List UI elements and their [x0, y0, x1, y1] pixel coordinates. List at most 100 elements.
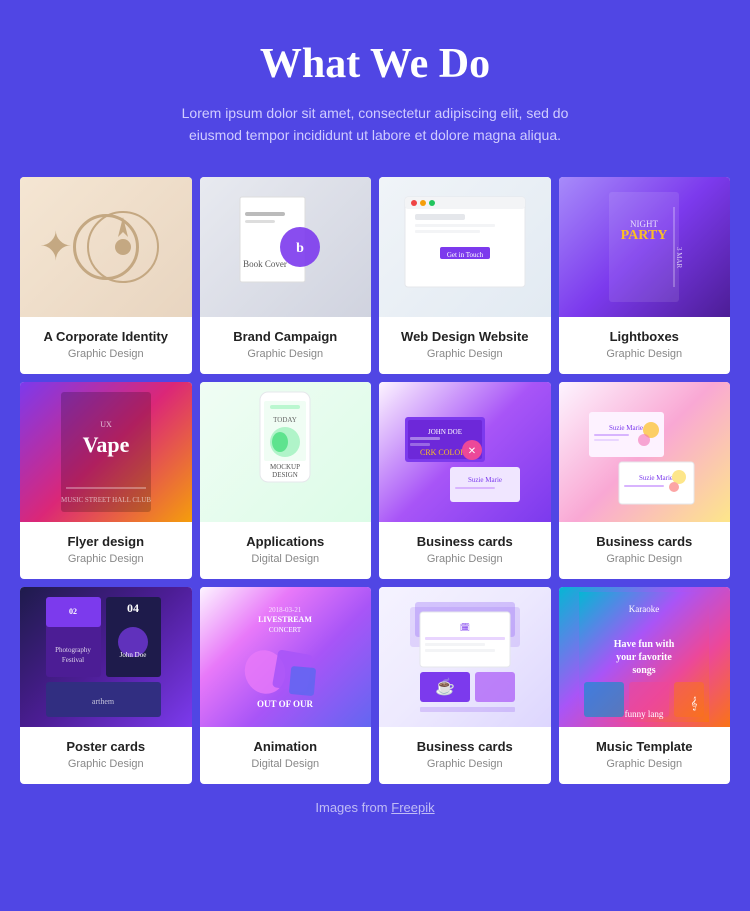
item-category-animation: Digital Design [210, 758, 362, 770]
item-title-lightboxes: Lightboxes [569, 329, 721, 344]
page-wrapper: What We Do Lorem ipsum dolor sit amet, c… [0, 0, 750, 845]
item-category-corporate: Graphic Design [30, 348, 182, 360]
item-image-animation: 2018-03-21 LIVESTREAM CONCERT OUT OF OUR [200, 587, 372, 727]
grid-item-flyer[interactable]: UX Vape MUSIC STREET HALL CLUB Flyer des… [20, 382, 192, 579]
item-info-animation: Animation Digital Design [200, 727, 372, 784]
item-title-bizcard1: Business cards [389, 534, 541, 549]
svg-text:your favorite: your favorite [616, 652, 672, 663]
item-title-corporate: A Corporate Identity [30, 329, 182, 344]
item-image-lightboxes: NIGHT PARTY 3 MAR [559, 177, 731, 317]
svg-text:2018-03-21: 2018-03-21 [269, 606, 302, 614]
item-category-lightboxes: Graphic Design [569, 348, 721, 360]
grid-item-brand[interactable]: b Book Cover Brand Campaign Graphic Desi… [200, 177, 372, 374]
svg-text:Suzie Marie: Suzie Marie [609, 424, 643, 432]
item-title-animation: Animation [210, 739, 362, 754]
item-category-bizcard1: Graphic Design [389, 553, 541, 565]
item-title-bizcard3: Business cards [389, 739, 541, 754]
grid-item-corporate[interactable]: A Corporate Identity Graphic Design [20, 177, 192, 374]
svg-text:John Doe: John Doe [119, 651, 146, 659]
svg-text:DESIGN: DESIGN [272, 471, 298, 479]
svg-text:JOHN DOE: JOHN DOE [428, 428, 462, 436]
item-image-brand: b Book Cover [200, 177, 372, 317]
item-category-music: Graphic Design [569, 758, 721, 770]
item-title-music: Music Template [569, 739, 721, 754]
item-info-corporate: A Corporate Identity Graphic Design [20, 317, 192, 374]
item-title-brand: Brand Campaign [210, 329, 362, 344]
grid-item-webdesign[interactable]: Get in Touch Web Design Website Graphic … [379, 177, 551, 374]
grid-item-apps[interactable]: TODAY MOCKUP DESIGN Applications Digital… [200, 382, 372, 579]
svg-text:02: 02 [69, 607, 77, 616]
grid-row-1: A Corporate Identity Graphic Design b Bo… [20, 177, 730, 374]
item-info-poster: Poster cards Graphic Design [20, 727, 192, 784]
svg-text:Vape: Vape [82, 432, 129, 457]
item-category-brand: Graphic Design [210, 348, 362, 360]
grid-item-music[interactable]: Karaoke Have fun with your favorite song… [559, 587, 731, 784]
item-category-webdesign: Graphic Design [389, 348, 541, 360]
item-info-apps: Applications Digital Design [200, 522, 372, 579]
item-title-flyer: Flyer design [30, 534, 182, 549]
svg-text:Suzie Marie: Suzie Marie [468, 476, 502, 484]
grid-item-poster[interactable]: 02 Photography Festival 04 John Doe arth… [20, 587, 192, 784]
svg-text:Festival: Festival [62, 656, 84, 664]
item-title-apps: Applications [210, 534, 362, 549]
item-category-flyer: Graphic Design [30, 553, 182, 565]
item-category-apps: Digital Design [210, 553, 362, 565]
svg-text:CONCERT: CONCERT [269, 626, 302, 634]
grid-row-2: UX Vape MUSIC STREET HALL CLUB Flyer des… [20, 382, 730, 579]
grid-item-animation[interactable]: 2018-03-21 LIVESTREAM CONCERT OUT OF OUR… [200, 587, 372, 784]
header-section: What We Do Lorem ipsum dolor sit amet, c… [20, 40, 730, 147]
item-image-bizcard1: JOHN DOE CRK COLORS ✕ Suzie Marie [379, 382, 551, 522]
item-category-bizcard2: Graphic Design [569, 553, 721, 565]
item-info-bizcard3: Business cards Graphic Design [379, 727, 551, 784]
item-title-poster: Poster cards [30, 739, 182, 754]
grid-item-lightboxes[interactable]: NIGHT PARTY 3 MAR Lightboxes Graphic Des… [559, 177, 731, 374]
svg-text:b: b [296, 241, 304, 256]
svg-text:arthem: arthem [92, 697, 115, 706]
svg-text:OUT OF OUR: OUT OF OUR [257, 699, 314, 709]
grid-item-bizcard1[interactable]: JOHN DOE CRK COLORS ✕ Suzie Marie Busine… [379, 382, 551, 579]
footer-note: Images from Freepik [20, 800, 730, 815]
svg-text:songs: songs [633, 665, 656, 676]
svg-text:Photography: Photography [55, 646, 91, 654]
item-info-lightboxes: Lightboxes Graphic Design [559, 317, 731, 374]
item-info-bizcard2: Business cards Graphic Design [559, 522, 731, 579]
page-title: What We Do [20, 40, 730, 88]
svg-text:funny lang: funny lang [625, 709, 664, 719]
item-info-brand: Brand Campaign Graphic Design [200, 317, 372, 374]
item-category-bizcard3: Graphic Design [389, 758, 541, 770]
svg-text:PARTY: PARTY [621, 228, 668, 243]
item-info-webdesign: Web Design Website Graphic Design [379, 317, 551, 374]
item-image-apps: TODAY MOCKUP DESIGN [200, 382, 372, 522]
item-title-bizcard2: Business cards [569, 534, 721, 549]
item-image-flyer: UX Vape MUSIC STREET HALL CLUB [20, 382, 192, 522]
item-image-bizcard2: Suzie Marie Suzie Marie [559, 382, 731, 522]
item-image-poster: 02 Photography Festival 04 John Doe arth… [20, 587, 192, 727]
item-info-music: Music Template Graphic Design [559, 727, 731, 784]
svg-text:Have fun with: Have fun with [614, 639, 675, 650]
item-image-webdesign: Get in Touch [379, 177, 551, 317]
grid-row-3: 02 Photography Festival 04 John Doe arth… [20, 587, 730, 784]
svg-text:TODAY: TODAY [273, 416, 297, 424]
grid-item-bizcard2[interactable]: Suzie Marie Suzie Marie Business cards G… [559, 382, 731, 579]
item-title-webdesign: Web Design Website [389, 329, 541, 344]
freepik-link[interactable]: Freepik [391, 800, 434, 815]
page-subtitle: Lorem ipsum dolor sit amet, consectetur … [175, 102, 575, 147]
svg-text:MOCKUP: MOCKUP [270, 463, 300, 471]
item-image-corporate [20, 177, 192, 317]
svg-text:LIVESTREAM: LIVESTREAM [258, 615, 312, 624]
svg-text:𝄞: 𝄞 [691, 696, 698, 710]
svg-text:MUSIC STREET HALL CLUB: MUSIC STREET HALL CLUB [61, 496, 151, 504]
svg-text:04: 04 [127, 601, 139, 615]
item-image-bizcard3: 🗓 ☕ [379, 587, 551, 727]
svg-text:✕: ✕ [468, 446, 476, 457]
svg-text:☕: ☕ [435, 677, 455, 696]
grid-item-bizcard3[interactable]: 🗓 ☕ Business cards Graphic Design [379, 587, 551, 784]
item-info-bizcard1: Business cards Graphic Design [379, 522, 551, 579]
svg-text:3 MAR: 3 MAR [675, 247, 683, 269]
svg-text:Suzie Marie: Suzie Marie [639, 474, 673, 482]
svg-text:🗓: 🗓 [460, 623, 470, 632]
item-category-poster: Graphic Design [30, 758, 182, 770]
svg-text:Book Cover: Book Cover [243, 259, 287, 269]
svg-text:Get in Touch: Get in Touch [447, 251, 484, 259]
item-image-music: Karaoke Have fun with your favorite song… [559, 587, 731, 727]
